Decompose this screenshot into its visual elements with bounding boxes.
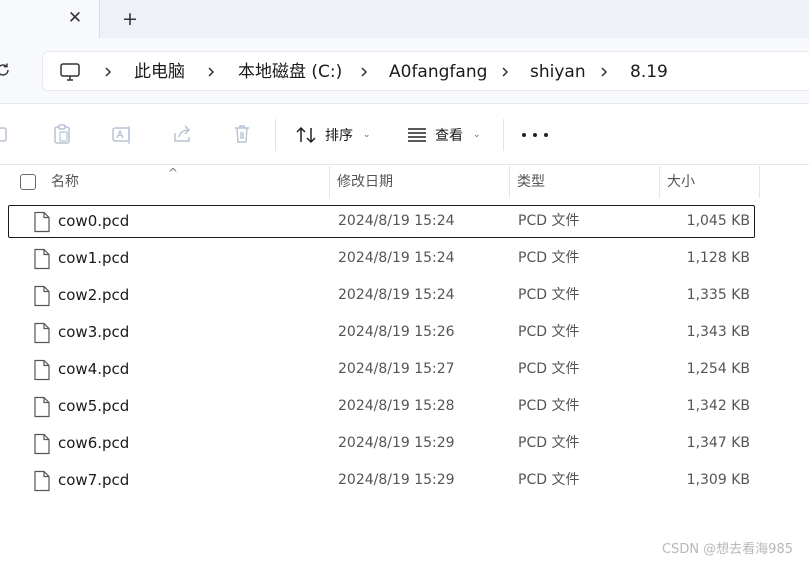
file-type: PCD 文件	[518, 472, 580, 488]
watermark: CSDN @想去看海985	[661, 542, 793, 557]
chevron-right-icon[interactable]	[597, 60, 611, 84]
column-divider[interactable]	[509, 166, 510, 198]
paste-icon[interactable]	[51, 123, 73, 145]
column-type[interactable]: 类型	[517, 166, 545, 198]
column-size[interactable]: 大小	[667, 166, 695, 198]
file-row[interactable]: cow3.pcd 2024/8/19 15:26 PCD 文件 1,343 KB	[8, 316, 755, 349]
file-type: PCD 文件	[518, 287, 580, 303]
file-modified: 2024/8/19 15:24	[338, 213, 455, 229]
breadcrumb-this-pc[interactable]: 此电脑	[134, 60, 185, 84]
file-icon	[33, 285, 51, 307]
breadcrumb-local-disk[interactable]: 本地磁盘 (C:)	[238, 60, 342, 84]
column-divider[interactable]	[759, 166, 760, 198]
breadcrumb-a0fangfang[interactable]: A0fangfang	[389, 60, 487, 84]
sort-button[interactable]: 排序 ⌄	[295, 121, 371, 149]
toolbar-divider	[275, 119, 276, 151]
view-label: 查看	[435, 128, 463, 144]
file-row[interactable]: cow4.pcd 2024/8/19 15:27 PCD 文件 1,254 KB	[8, 353, 755, 386]
address-bar[interactable]: 此电脑 本地磁盘 (C:) A0fangfang shiyan 8.19	[42, 51, 809, 91]
file-name[interactable]: cow5.pcd	[58, 391, 129, 422]
file-size: 1,347 KB	[686, 435, 750, 451]
file-icon	[33, 248, 51, 270]
file-icon	[33, 322, 51, 344]
file-size: 1,343 KB	[686, 324, 750, 340]
view-icon	[408, 128, 426, 142]
file-name[interactable]: cow7.pcd	[58, 465, 129, 496]
file-name[interactable]: cow0.pcd	[58, 206, 129, 237]
column-divider[interactable]	[329, 166, 330, 198]
file-icon	[33, 433, 51, 455]
view-button[interactable]: 查看 ⌄	[407, 121, 481, 149]
file-row[interactable]: cow7.pcd 2024/8/19 15:29 PCD 文件 1,309 KB	[8, 464, 755, 497]
close-tab-icon[interactable]: ✕	[63, 6, 87, 30]
file-modified: 2024/8/19 15:24	[338, 250, 455, 266]
select-all-checkbox[interactable]	[20, 174, 36, 190]
file-type: PCD 文件	[518, 361, 580, 377]
address-row: 此电脑 本地磁盘 (C:) A0fangfang shiyan 8.19	[0, 38, 809, 104]
chevron-right-icon[interactable]	[204, 60, 218, 84]
file-size: 1,309 KB	[686, 472, 750, 488]
delete-icon[interactable]	[231, 123, 253, 145]
rename-icon[interactable]	[111, 123, 133, 145]
file-name[interactable]: cow4.pcd	[58, 354, 129, 385]
file-name[interactable]: cow3.pcd	[58, 317, 129, 348]
file-name[interactable]: cow2.pcd	[58, 280, 129, 311]
chevron-down-icon: ⌄	[363, 130, 371, 140]
chevron-right-icon[interactable]	[357, 60, 371, 84]
column-divider[interactable]	[659, 166, 660, 198]
sort-label: 排序	[325, 128, 353, 144]
file-row[interactable]: cow2.pcd 2024/8/19 15:24 PCD 文件 1,335 KB	[8, 279, 755, 312]
file-name[interactable]: cow1.pcd	[58, 243, 129, 274]
sort-ascending-icon: ^	[168, 166, 179, 180]
column-name[interactable]: 名称	[51, 166, 79, 198]
computer-icon[interactable]	[59, 61, 81, 83]
active-tab[interactable]: ✕	[0, 0, 100, 38]
toolbar-divider	[503, 119, 504, 151]
file-modified: 2024/8/19 15:28	[338, 398, 455, 414]
file-row[interactable]: cow0.pcd 2024/8/19 15:24 PCD 文件 1,045 KB	[8, 205, 755, 238]
chevron-down-icon: ⌄	[473, 130, 481, 140]
file-size: 1,045 KB	[686, 213, 750, 229]
file-size: 1,335 KB	[686, 287, 750, 303]
file-modified: 2024/8/19 15:24	[338, 287, 455, 303]
file-size: 1,254 KB	[686, 361, 750, 377]
sort-icon	[296, 126, 316, 144]
file-type: PCD 文件	[518, 398, 580, 414]
file-modified: 2024/8/19 15:27	[338, 361, 455, 377]
file-row[interactable]: cow1.pcd 2024/8/19 15:24 PCD 文件 1,128 KB	[8, 242, 755, 275]
file-row[interactable]: cow6.pcd 2024/8/19 15:29 PCD 文件 1,347 KB	[8, 427, 755, 460]
file-modified: 2024/8/19 15:26	[338, 324, 455, 340]
file-icon	[33, 359, 51, 381]
share-icon[interactable]	[171, 123, 193, 145]
chevron-right-icon[interactable]	[498, 60, 512, 84]
file-row[interactable]: cow5.pcd 2024/8/19 15:28 PCD 文件 1,342 KB	[8, 390, 755, 423]
file-type: PCD 文件	[518, 435, 580, 451]
breadcrumb-current-folder[interactable]: 8.19	[630, 60, 668, 84]
file-type: PCD 文件	[518, 250, 580, 266]
file-icon	[33, 470, 51, 492]
tab-bar: ✕ +	[0, 0, 809, 38]
file-size: 1,128 KB	[686, 250, 750, 266]
file-modified: 2024/8/19 15:29	[338, 472, 455, 488]
breadcrumb-shiyan[interactable]: shiyan	[530, 60, 586, 84]
file-name[interactable]: cow6.pcd	[58, 428, 129, 459]
file-icon	[33, 396, 51, 418]
column-header: ^ 名称 修改日期 类型 大小	[0, 166, 809, 198]
file-modified: 2024/8/19 15:29	[338, 435, 455, 451]
refresh-icon[interactable]	[0, 58, 14, 82]
more-options-icon[interactable]	[522, 123, 548, 147]
chevron-right-icon[interactable]	[101, 60, 115, 84]
new-tab-icon[interactable]: +	[117, 6, 143, 32]
file-icon	[33, 211, 51, 233]
file-type: PCD 文件	[518, 324, 580, 340]
file-size: 1,342 KB	[686, 398, 750, 414]
copy-icon[interactable]	[0, 123, 14, 145]
file-type: PCD 文件	[518, 213, 580, 229]
command-bar: 排序 ⌄ 查看 ⌄	[0, 105, 809, 165]
column-modified[interactable]: 修改日期	[337, 166, 393, 198]
